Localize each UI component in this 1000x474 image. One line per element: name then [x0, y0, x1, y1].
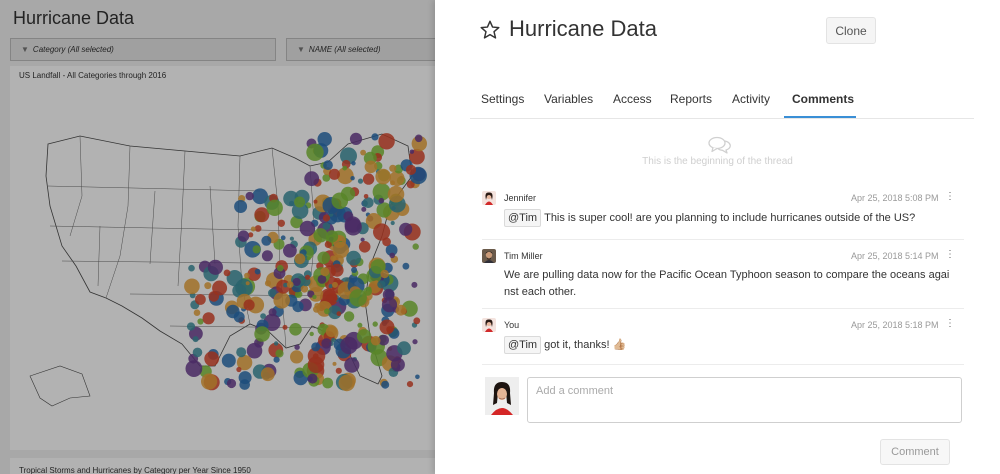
- tab-variables[interactable]: Variables: [544, 92, 593, 106]
- mention-tag[interactable]: @Tim: [504, 209, 542, 227]
- comment-item: Jennifer Apr 25, 2018 5:08 PM ⋮ @Tim This…: [482, 191, 964, 235]
- tab-access[interactable]: Access: [613, 92, 652, 106]
- comment-divider: [482, 308, 964, 309]
- comment-submit-button[interactable]: Comment: [880, 439, 950, 465]
- comment-author: Tim Miller: [504, 251, 543, 261]
- tab-reports[interactable]: Reports: [670, 92, 712, 106]
- more-options-icon[interactable]: ⋮: [945, 318, 955, 329]
- comment-item: You Apr 25, 2018 5:18 PM ⋮ @Tim got it, t…: [482, 318, 964, 360]
- more-options-icon[interactable]: ⋮: [945, 249, 955, 260]
- comment-divider: [482, 364, 964, 365]
- clone-button[interactable]: Clone: [826, 17, 876, 44]
- more-options-icon[interactable]: ⋮: [945, 191, 955, 202]
- current-user-avatar: [485, 377, 519, 415]
- comment-body: @Tim This is super cool! are you planning…: [504, 209, 962, 227]
- comment-divider: [482, 239, 964, 240]
- tab-bar: Settings Variables Access Reports Activi…: [470, 85, 974, 119]
- comment-time: Apr 25, 2018 5:08 PM: [851, 193, 939, 203]
- panel-title: Hurricane Data: [509, 16, 657, 41]
- comment-time: Apr 25, 2018 5:14 PM: [851, 251, 939, 261]
- comment-body: @Tim got it, thanks! 👍🏼: [504, 336, 962, 354]
- tab-activity[interactable]: Activity: [732, 92, 770, 106]
- comment-body: We are pulling data now for the Pacific …: [504, 267, 962, 301]
- comment-item: Tim Miller Apr 25, 2018 5:14 PM ⋮ We are…: [482, 249, 964, 303]
- chat-bubbles-icon: [708, 136, 731, 154]
- dashboard-background: Hurricane Data ▼ Category (All selected) …: [0, 0, 435, 474]
- thread-start-text: This is the beginning of the thread: [642, 156, 793, 167]
- avatar[interactable]: [482, 191, 496, 205]
- comment-text: This is super cool! are you planning to …: [544, 212, 916, 224]
- comment-input[interactable]: [527, 377, 962, 423]
- comment-time: Apr 25, 2018 5:18 PM: [851, 320, 939, 330]
- comment-author: You: [504, 320, 520, 330]
- avatar[interactable]: [482, 249, 496, 263]
- mention-tag[interactable]: @Tim: [504, 336, 542, 354]
- tab-comments[interactable]: Comments: [792, 92, 854, 106]
- dataset-drawer: Hurricane Data Clone Settings Variables …: [435, 0, 1000, 474]
- active-tab-indicator: [784, 116, 856, 118]
- comment-text: We are pulling data now for the Pacific …: [504, 269, 950, 298]
- avatar[interactable]: [482, 318, 496, 332]
- star-icon[interactable]: [479, 19, 501, 41]
- comment-text: got it, thanks! 👍🏼: [544, 339, 627, 351]
- tab-settings[interactable]: Settings: [481, 92, 524, 106]
- modal-overlay[interactable]: [0, 0, 435, 474]
- comment-author: Jennifer: [504, 193, 537, 203]
